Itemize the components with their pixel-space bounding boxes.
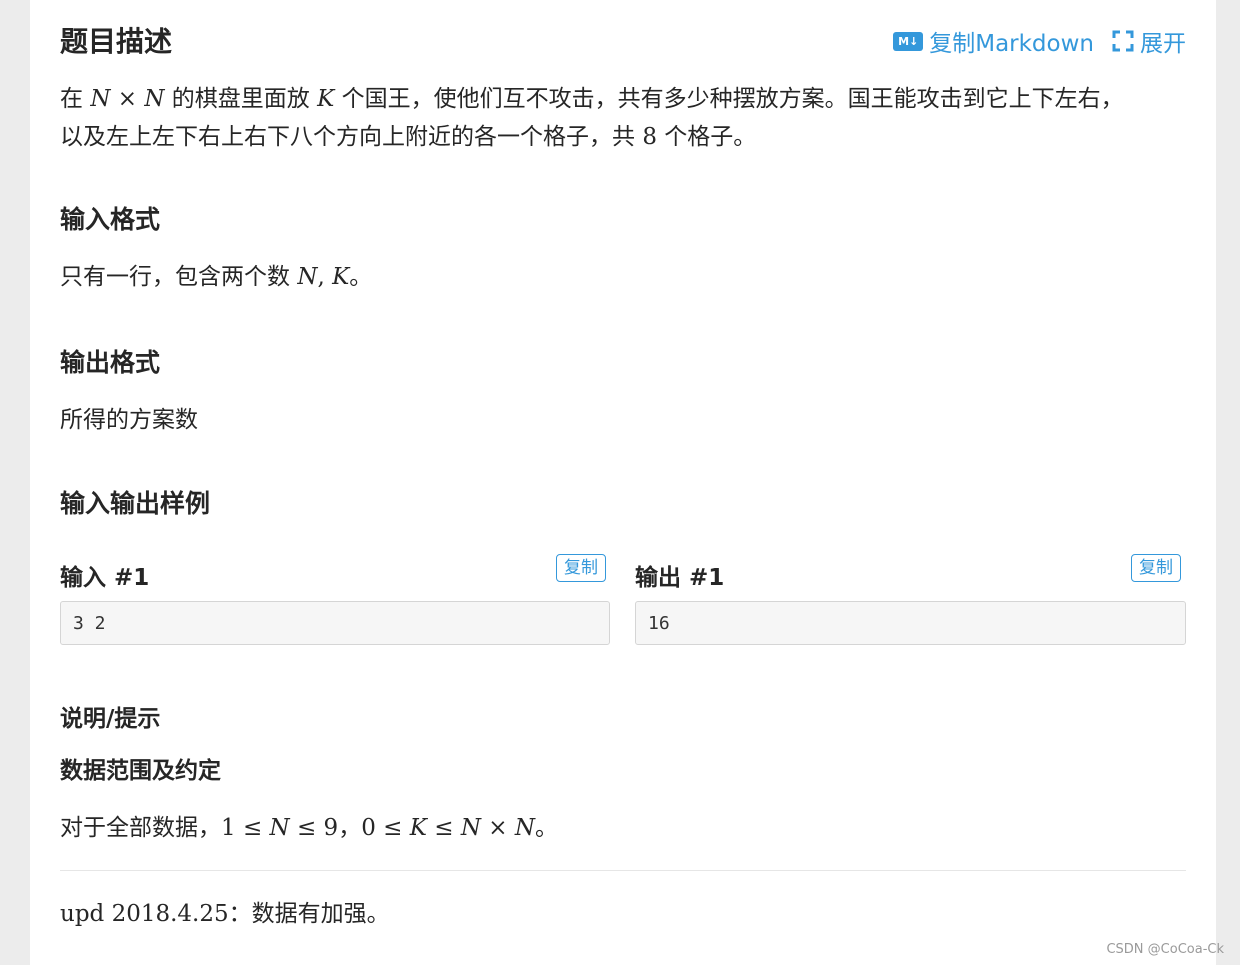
math-n: N <box>514 815 535 841</box>
range-desc: 对于全部数据， <box>60 815 221 841</box>
math-k: K <box>332 264 350 290</box>
description-line-2: 以及左上左下右上右下八个方向上附近的各一个格子，共 8 个格子。 <box>60 118 756 156</box>
data-range-title: 数据范围及约定 <box>60 758 221 784</box>
copy-output-button[interactable]: 复制 <box>1131 554 1181 582</box>
input-format-title: 输入格式 <box>60 205 161 234</box>
range-desc: ， <box>338 815 362 841</box>
math-n: N <box>460 815 481 841</box>
sample-input-label: 输入 #1 <box>60 565 150 591</box>
expand-icon <box>1112 30 1134 52</box>
desc-text: 的棋盘里面放 <box>164 86 318 112</box>
description-line-1: 在 N × N 的棋盘里面放 K 个国王，使他们互不攻击，共有多少种摆放方案。国… <box>60 80 1124 118</box>
copy-input-button[interactable]: 复制 <box>556 554 606 582</box>
copy-markdown-label: 复制Markdown <box>929 31 1094 57</box>
update-note: upd 2018.4.25：数据有加强。 <box>60 895 390 933</box>
data-range-text: 对于全部数据，1 ≤ N ≤ 9，0 ≤ K ≤ N × N。 <box>60 809 558 847</box>
desc-text: 个格子。 <box>656 124 757 150</box>
math-n: N <box>90 86 111 112</box>
math-n: N <box>144 86 165 112</box>
input-format-text: 只有一行，包含两个数 N, K。 <box>60 258 372 296</box>
output-format-text: 所得的方案数 <box>60 407 198 433</box>
range-desc: 。 <box>534 815 558 841</box>
desc-text: 以及左上左下右上右下八个方向上附近的各一个格子，共 <box>60 124 643 150</box>
sample-input-box[interactable]: 3 2 <box>60 601 610 645</box>
math-times: × <box>480 815 515 841</box>
copy-markdown-button[interactable]: M↓ 复制Markdown <box>893 24 1094 58</box>
hint-title: 说明/提示 <box>60 706 161 732</box>
desc-text: 在 <box>60 86 91 112</box>
update-date: upd 2018.4.25 <box>60 901 229 927</box>
expand-button[interactable]: 展开 <box>1112 24 1186 58</box>
output-format-title: 输出格式 <box>60 348 161 377</box>
sample-output-label: 输出 #1 <box>635 565 725 591</box>
desc-text: 个国王，使他们互不攻击，共有多少种摆放方案。国王能攻击到它上下左右， <box>334 86 1124 112</box>
watermark: CSDN @CoCoa-Ck <box>1106 942 1224 957</box>
math-n: N <box>269 815 290 841</box>
math-k: K <box>409 815 427 841</box>
problem-card: 题目描述 M↓ 复制Markdown 展开 在 N × N 的棋盘里面放 K 个… <box>30 0 1216 965</box>
sample-output-box[interactable]: 16 <box>635 601 1186 645</box>
math-expr: ≤ <box>426 815 461 841</box>
math-eight: 8 <box>642 124 657 150</box>
problem-actions: M↓ 复制Markdown 展开 <box>893 24 1186 58</box>
input-format-desc: 。 <box>349 264 373 290</box>
math-n: N <box>297 264 318 290</box>
divider <box>60 870 1186 871</box>
samples-title: 输入输出样例 <box>60 489 211 518</box>
math-k: K <box>317 86 335 112</box>
math-expr: 1 ≤ <box>221 815 270 841</box>
problem-description-title: 题目描述 <box>60 25 173 58</box>
math-comma: , <box>317 264 333 290</box>
math-expr: ≤ 9 <box>289 815 339 841</box>
update-desc: ：数据有加强。 <box>228 901 390 927</box>
math-expr: 0 ≤ <box>361 815 410 841</box>
input-format-desc: 只有一行，包含两个数 <box>60 264 298 290</box>
markdown-icon: M↓ <box>893 31 924 51</box>
expand-label: 展开 <box>1140 31 1186 57</box>
math-times: × <box>110 86 145 112</box>
